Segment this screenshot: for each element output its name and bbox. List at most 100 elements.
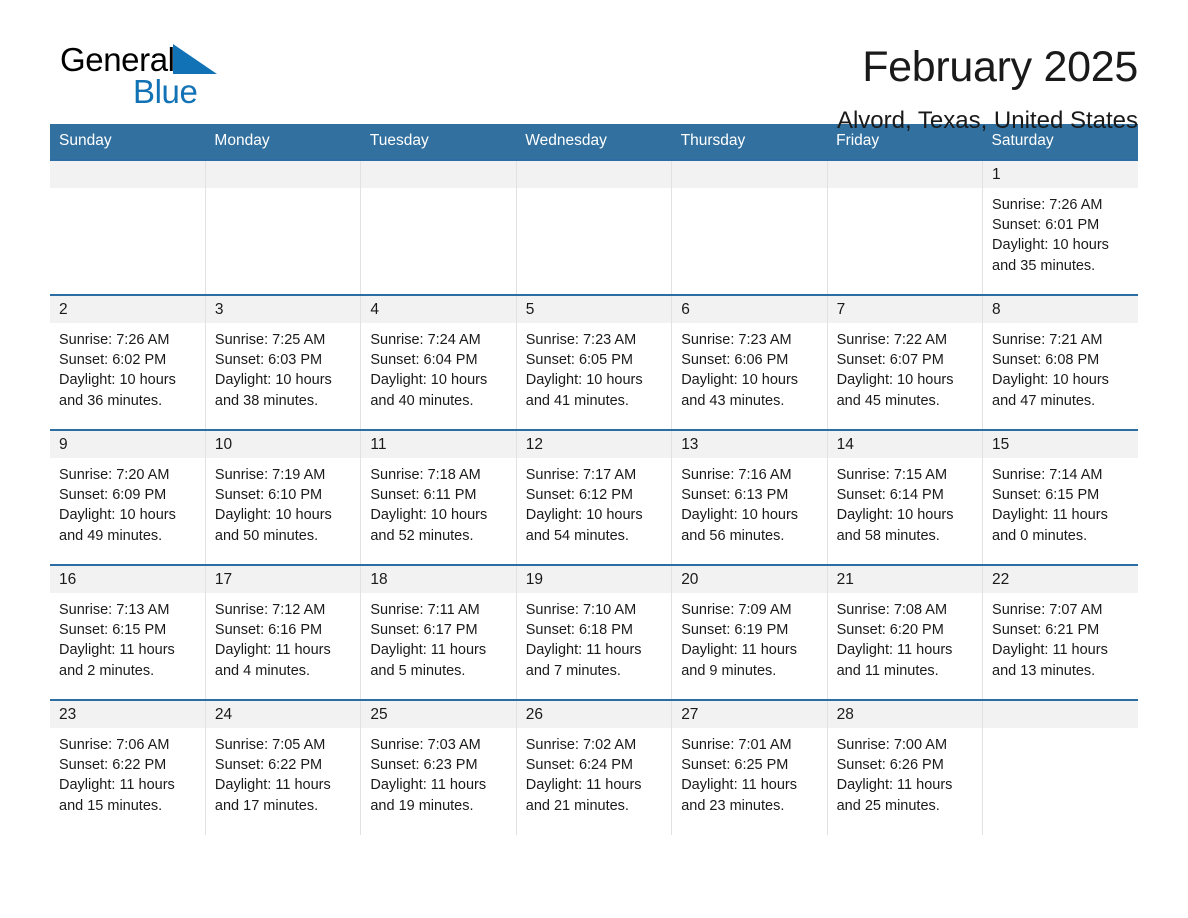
calendar-day-cell[interactable]: 12 Sunrise: 7:17 AM Sunset: 6:12 PM Dayligh… <box>516 429 673 565</box>
day-details: Sunrise: 7:14 AM Sunset: 6:15 PM Daylight:… <box>983 458 1138 546</box>
sunrise-text: Sunrise: 7:05 AM <box>214 737 326 753</box>
page-title: February 2025 <box>862 43 1138 91</box>
weekday-header-sunday: Sunday <box>50 124 206 160</box>
sunset-text: Sunset: 6:01 PM <box>992 217 1100 234</box>
sunrise-text: Sunrise: 7:06 AM <box>59 737 170 753</box>
sunset-text: Sunset: 6:12 PM <box>525 487 633 504</box>
day-details: Sunrise: 7:08 AM Sunset: 6:20 PM Daylight:… <box>828 593 982 681</box>
sunrise-text: Sunrise: 7:01 AM <box>681 737 792 753</box>
calendar-day-cell[interactable]: 18 Sunrise: 7:11 AM Sunset: 6:17 PM Dayligh… <box>360 564 517 700</box>
title-block: February 2025 Alvord, Texas, United Stat… <box>837 40 1138 136</box>
day-details: Sunrise: 7:05 AM Sunset: 6:22 PM Daylight:… <box>206 728 360 816</box>
sunset-text: Sunset: 6:24 PM <box>525 757 633 774</box>
calendar-day-cell[interactable]: 1 Sunrise: 7:26 AM Sunset: 6:01 PM Daylight… <box>982 159 1138 295</box>
calendar-day-cell[interactable]: 20 Sunrise: 7:09 AM Sunset: 6:19 PM Dayligh… <box>671 564 828 700</box>
sunset-text: Sunset: 6:22 PM <box>214 757 323 774</box>
calendar-day-cell[interactable]: 2 Sunrise: 7:26 AM Sunset: 6:02 PM Daylight… <box>50 294 206 430</box>
sunrise-text: Sunrise: 7:00 AM <box>836 737 948 753</box>
calendar-day-cell-empty <box>982 699 1138 835</box>
day-number: 5 <box>516 296 672 323</box>
day-number: 2 <box>50 296 205 323</box>
calendar-day-cell[interactable]: 25 Sunrise: 7:03 AM Sunset: 6:23 PM Dayligh… <box>360 699 517 835</box>
daylight-text: Daylight: 10 hours and 45 minutes. <box>836 372 954 409</box>
calendar-body: 1 Sunrise: 7:26 AM Sunset: 6:01 PM Daylight… <box>50 159 1138 835</box>
sunset-text: Sunset: 6:20 PM <box>836 622 944 639</box>
calendar-day-cell[interactable]: 3 Sunrise: 7:25 AM Sunset: 6:03 PM Daylight… <box>205 294 362 430</box>
sunset-text: Sunset: 6:23 PM <box>370 757 478 774</box>
daylight-text: Daylight: 11 hours and 19 minutes. <box>370 777 487 814</box>
day-number: 28 <box>827 701 983 728</box>
calendar-day-cell[interactable]: 14 Sunrise: 7:15 AM Sunset: 6:14 PM Dayligh… <box>827 429 984 565</box>
daylight-text: Daylight: 11 hours and 23 minutes. <box>681 777 797 814</box>
day-details: Sunrise: 7:07 AM Sunset: 6:21 PM Daylight:… <box>983 593 1138 681</box>
day-details: Sunrise: 7:01 AM Sunset: 6:25 PM Daylight:… <box>672 728 826 816</box>
day-number <box>516 161 672 188</box>
sunset-text: Sunset: 6:02 PM <box>59 352 167 369</box>
day-details: Sunrise: 7:15 AM Sunset: 6:14 PM Daylight:… <box>828 458 982 546</box>
daylight-text: Daylight: 10 hours and 47 minutes. <box>992 372 1109 409</box>
calendar-day-cell-empty <box>671 159 828 295</box>
weekday-header-tuesday: Tuesday <box>360 124 517 160</box>
calendar-day-cell[interactable]: 15 Sunrise: 7:14 AM Sunset: 6:15 PM Dayligh… <box>982 429 1138 565</box>
sunrise-text: Sunrise: 7:10 AM <box>525 602 637 618</box>
calendar-day-cell[interactable]: 27 Sunrise: 7:01 AM Sunset: 6:25 PM Dayligh… <box>671 699 828 835</box>
calendar-day-cell-empty <box>827 159 984 295</box>
day-details: Sunrise: 7:03 AM Sunset: 6:23 PM Daylight:… <box>361 728 515 816</box>
calendar-day-cell[interactable]: 26 Sunrise: 7:02 AM Sunset: 6:24 PM Dayligh… <box>516 699 673 835</box>
day-number: 27 <box>672 701 827 728</box>
calendar-day-cell[interactable]: 11 Sunrise: 7:18 AM Sunset: 6:11 PM Dayligh… <box>360 429 517 565</box>
sunset-text: Sunset: 6:04 PM <box>370 352 478 369</box>
calendar-day-cell[interactable]: 17 Sunrise: 7:12 AM Sunset: 6:16 PM Dayligh… <box>205 564 362 700</box>
calendar-day-cell[interactable]: 7 Sunrise: 7:22 AM Sunset: 6:07 PM Daylight… <box>827 294 984 430</box>
calendar-day-cell[interactable]: 19 Sunrise: 7:10 AM Sunset: 6:18 PM Dayligh… <box>516 564 673 700</box>
sunrise-text: Sunrise: 7:11 AM <box>370 602 480 618</box>
day-number <box>205 161 361 188</box>
calendar-day-cell[interactable]: 28 Sunrise: 7:00 AM Sunset: 6:26 PM Dayligh… <box>827 699 984 835</box>
sunset-text: Sunset: 6:16 PM <box>214 622 323 639</box>
daylight-text: Daylight: 10 hours and 35 minutes. <box>992 237 1109 274</box>
day-number <box>983 701 1138 728</box>
day-number: 19 <box>516 566 672 593</box>
calendar-day-cell[interactable]: 21 Sunrise: 7:08 AM Sunset: 6:20 PM Dayligh… <box>827 564 984 700</box>
calendar-day-cell[interactable]: 8 Sunrise: 7:21 AM Sunset: 6:08 PM Daylight… <box>982 294 1138 430</box>
calendar-week-row: 23 Sunrise: 7:06 AM Sunset: 6:22 PM Dayligh… <box>50 699 1138 835</box>
day-number: 17 <box>205 566 361 593</box>
day-number: 25 <box>361 701 516 728</box>
calendar-day-cell-empty <box>360 159 517 295</box>
calendar-day-cell[interactable]: 10 Sunrise: 7:19 AM Sunset: 6:10 PM Dayligh… <box>205 429 362 565</box>
day-number: 24 <box>205 701 361 728</box>
day-details: Sunrise: 7:21 AM Sunset: 6:08 PM Daylight:… <box>983 323 1138 411</box>
page-header: General Blue February 2025 Alvord, Texas… <box>50 0 1138 134</box>
calendar-day-cell[interactable]: 4 Sunrise: 7:24 AM Sunset: 6:04 PM Daylight… <box>360 294 517 430</box>
sunrise-text: Sunrise: 7:23 AM <box>681 332 792 348</box>
calendar-day-cell[interactable]: 6 Sunrise: 7:23 AM Sunset: 6:06 PM Daylight… <box>671 294 828 430</box>
daylight-text: Daylight: 11 hours and 9 minutes. <box>681 642 797 679</box>
daylight-text: Daylight: 10 hours and 43 minutes. <box>681 372 799 409</box>
logo-text-blue: Blue <box>133 73 198 110</box>
day-details: Sunrise: 7:16 AM Sunset: 6:13 PM Daylight:… <box>672 458 826 546</box>
calendar-week-row: 2 Sunrise: 7:26 AM Sunset: 6:02 PM Daylight… <box>50 294 1138 430</box>
day-details: Sunrise: 7:23 AM Sunset: 6:06 PM Daylight:… <box>672 323 826 411</box>
calendar-day-cell[interactable]: 16 Sunrise: 7:13 AM Sunset: 6:15 PM Dayligh… <box>50 564 206 700</box>
day-number: 10 <box>205 431 361 458</box>
sunrise-text: Sunrise: 7:14 AM <box>992 467 1103 483</box>
daylight-text: Daylight: 11 hours and 7 minutes. <box>525 642 642 679</box>
calendar-day-cell[interactable]: 13 Sunrise: 7:16 AM Sunset: 6:13 PM Dayligh… <box>671 429 828 565</box>
calendar-day-cell[interactable]: 22 Sunrise: 7:07 AM Sunset: 6:21 PM Dayligh… <box>982 564 1138 700</box>
calendar-day-cell[interactable]: 23 Sunrise: 7:06 AM Sunset: 6:22 PM Dayligh… <box>50 699 206 835</box>
day-number: 14 <box>827 431 983 458</box>
calendar-week-row: 9 Sunrise: 7:20 AM Sunset: 6:09 PM Daylight… <box>50 429 1138 565</box>
general-blue-logo: General Blue <box>50 40 310 118</box>
day-details: Sunrise: 7:06 AM Sunset: 6:22 PM Daylight:… <box>50 728 205 816</box>
day-number: 4 <box>361 296 516 323</box>
daylight-text: Daylight: 11 hours and 5 minutes. <box>370 642 487 679</box>
calendar-day-cell[interactable]: 9 Sunrise: 7:20 AM Sunset: 6:09 PM Daylight… <box>50 429 206 565</box>
calendar-day-cell[interactable]: 5 Sunrise: 7:23 AM Sunset: 6:05 PM Daylight… <box>516 294 673 430</box>
day-details: Sunrise: 7:24 AM Sunset: 6:04 PM Daylight:… <box>361 323 515 411</box>
daylight-text: Daylight: 11 hours and 21 minutes. <box>525 777 642 814</box>
day-number: 1 <box>983 161 1138 188</box>
calendar-day-cell[interactable]: 24 Sunrise: 7:05 AM Sunset: 6:22 PM Dayligh… <box>205 699 362 835</box>
day-details: Sunrise: 7:26 AM Sunset: 6:02 PM Daylight:… <box>50 323 205 411</box>
daylight-text: Daylight: 10 hours and 40 minutes. <box>370 372 488 409</box>
day-details: Sunrise: 7:00 AM Sunset: 6:26 PM Daylight:… <box>828 728 982 816</box>
